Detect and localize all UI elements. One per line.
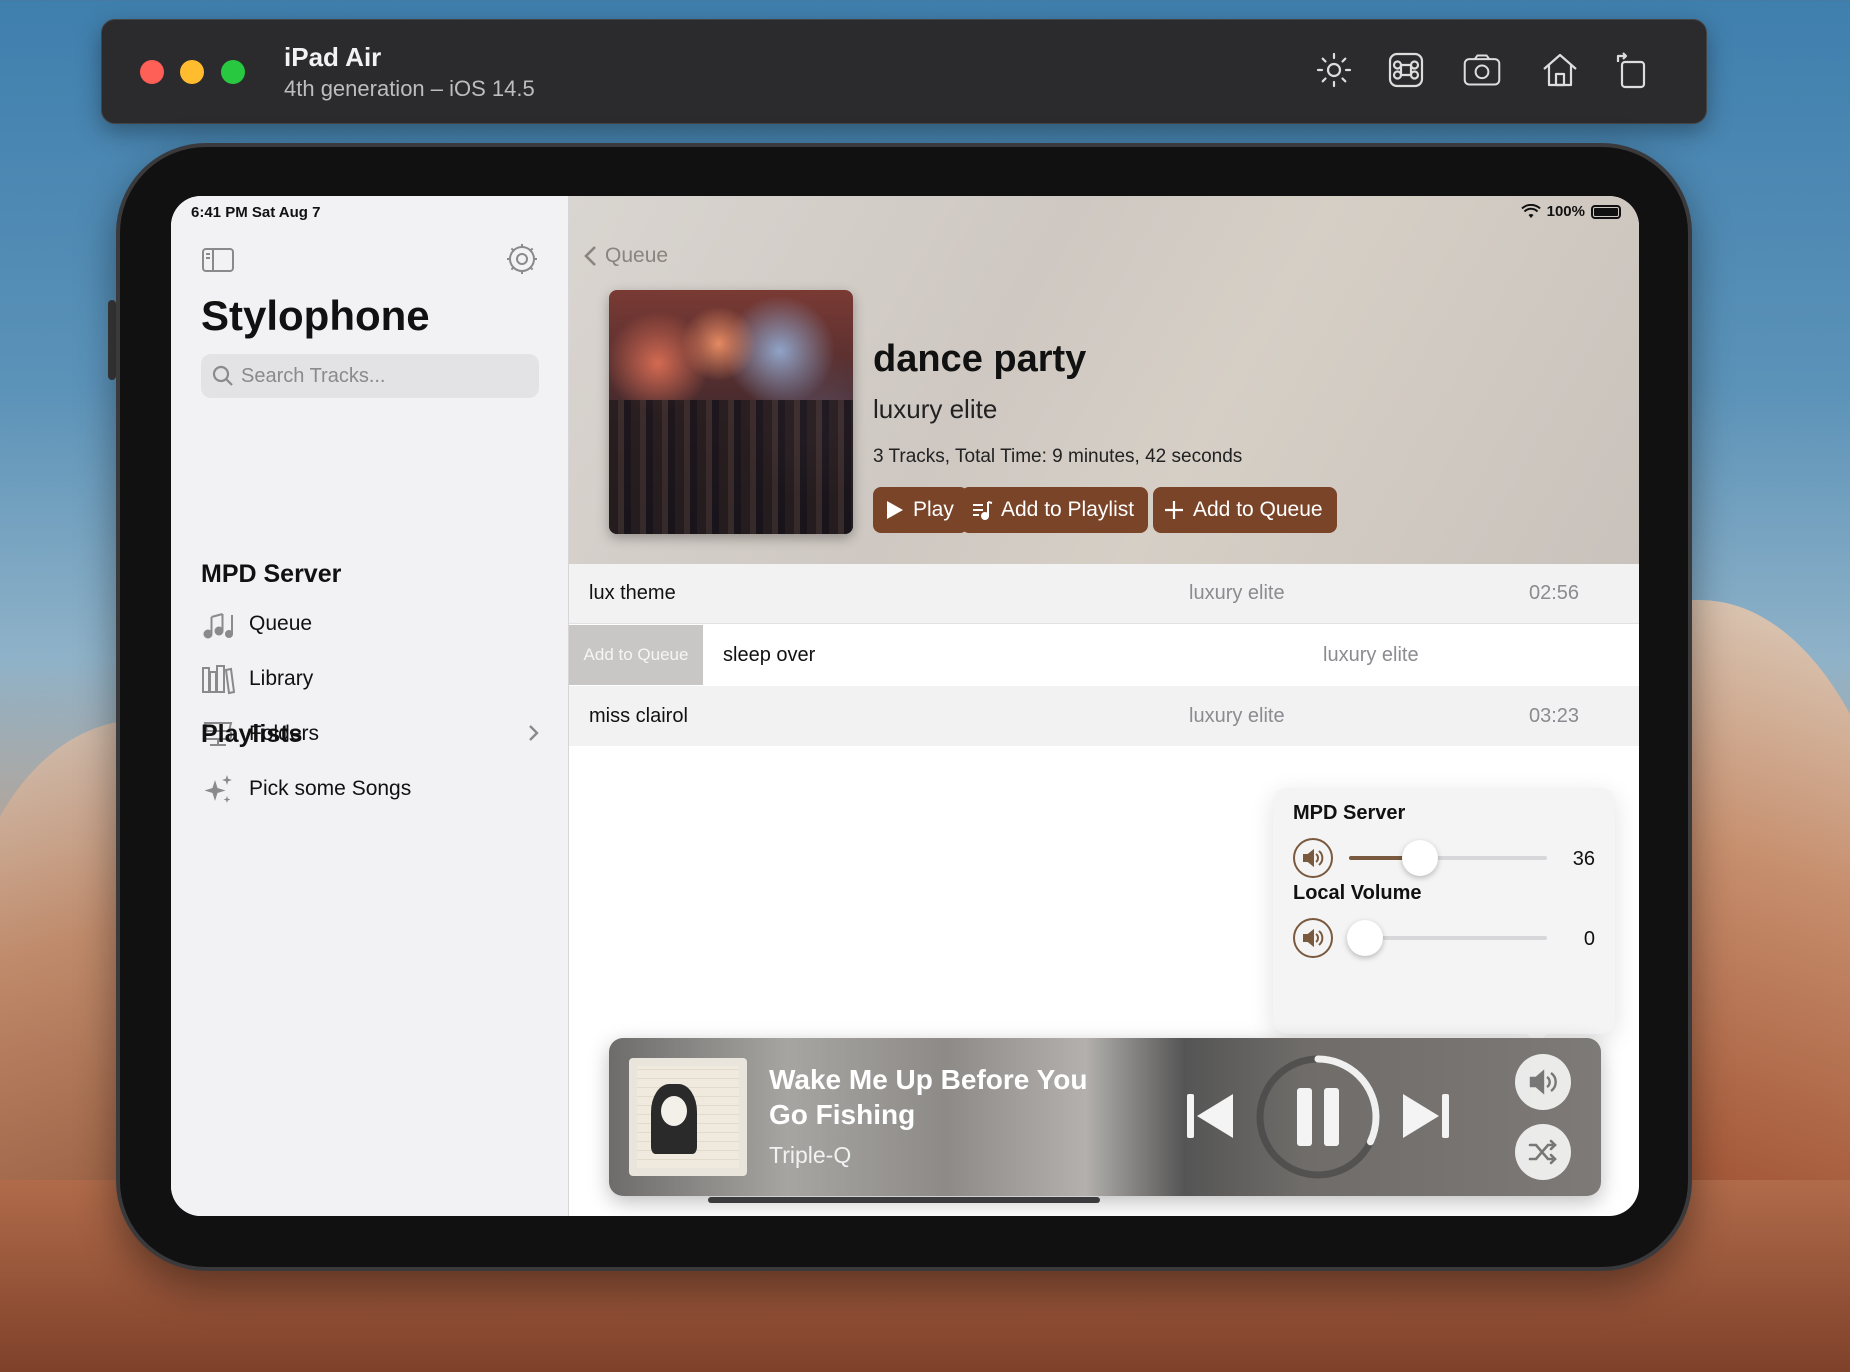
album-artist: luxury elite (873, 394, 998, 424)
track-artist: luxury elite (1189, 582, 1285, 604)
brightness-icon[interactable] (1314, 50, 1354, 90)
close-window-button[interactable] (140, 60, 164, 84)
search-input[interactable]: Search Tracks... (201, 354, 539, 398)
device-detail: 4th generation – iOS 14.5 (284, 76, 535, 101)
play-icon (887, 501, 903, 519)
ipad-side-button (108, 300, 116, 380)
album-meta: 3 Tracks, Total Time: 9 minutes, 42 seco… (873, 446, 1243, 467)
next-track-icon[interactable] (1399, 1088, 1455, 1144)
server-volume-label: MPD Server (1293, 802, 1406, 824)
home-indicator (708, 1197, 1100, 1203)
shuffle-button[interactable] (1515, 1124, 1571, 1180)
sidebar-toggle-icon[interactable] (201, 246, 235, 274)
section-playlists[interactable]: Playlists (201, 720, 302, 749)
sidebar: Stylophone Search Tracks... MPD Server Q… (171, 196, 569, 1216)
add-to-queue-button[interactable]: Add to Queue (1153, 487, 1337, 533)
play-pause-button[interactable] (1253, 1052, 1383, 1182)
command-icon[interactable] (1386, 50, 1426, 90)
track-name: sleep over (723, 643, 816, 666)
section-mpd-server: MPD Server (201, 560, 342, 588)
track-name: lux theme (589, 582, 676, 604)
search-icon (212, 365, 233, 386)
track-row[interactable]: miss clairol luxury elite 03:23 (569, 686, 1639, 746)
plus-icon (1165, 501, 1183, 519)
status-time: 6:41 PM Sat Aug 7 (191, 204, 321, 221)
album-cover (609, 290, 853, 534)
local-volume-slider[interactable] (1347, 920, 1547, 956)
volume-button[interactable] (1515, 1054, 1571, 1110)
sidebar-item-label: Pick some Songs (249, 777, 412, 800)
local-volume-thumb[interactable] (1347, 920, 1383, 956)
playlist-add-icon (973, 501, 993, 520)
track-row[interactable]: Add to Queue sleep over luxury elite (569, 625, 1639, 685)
server-volume-value: 36 (1572, 848, 1595, 870)
speaker-icon (1303, 928, 1324, 948)
sidebar-item-library[interactable]: Library (201, 659, 541, 699)
pause-icon (1297, 1088, 1312, 1146)
sidebar-item-pick-songs[interactable]: Pick some Songs (201, 769, 541, 809)
chevron-right-icon[interactable] (523, 722, 543, 744)
status-right: 100% (1520, 203, 1621, 220)
back-label: Queue (605, 244, 669, 267)
screenshot-icon[interactable] (1462, 50, 1506, 90)
battery-icon (1591, 204, 1621, 219)
track-artist: luxury elite (1323, 643, 1419, 666)
add-to-playlist-button[interactable]: Add to Playlist (961, 487, 1149, 533)
track-duration: 03:23 (1529, 704, 1580, 727)
sidebar-item-label: Queue (249, 612, 313, 635)
track-row[interactable]: lux theme luxury elite 02:56 (569, 564, 1639, 624)
books-icon (202, 665, 235, 695)
speaker-icon (1303, 848, 1324, 868)
server-mute-button[interactable] (1293, 838, 1333, 878)
server-volume-thumb[interactable] (1402, 840, 1439, 876)
previous-track-icon[interactable] (1181, 1088, 1237, 1144)
music-notes-icon (203, 613, 233, 639)
album-title: dance party (873, 338, 1087, 380)
track-duration: 02:56 (1529, 582, 1580, 604)
add-to-queue-label: Add to Queue (1193, 498, 1323, 521)
sidebar-item-label: Library (249, 667, 314, 690)
now-playing-bar[interactable]: Wake Me Up Before You Go Fishing Triple-… (609, 1038, 1601, 1196)
play-label: Play (913, 498, 954, 521)
settings-gear-icon[interactable] (505, 242, 539, 276)
now-playing-title: Wake Me Up Before You Go Fishing (769, 1064, 1088, 1130)
ipad-screen: 6:41 PM Sat Aug 7 100% Stylophone Search… (171, 196, 1639, 1216)
search-placeholder: Search Tracks... (241, 364, 386, 387)
add-to-playlist-label: Add to Playlist (1001, 498, 1135, 521)
battery-percent: 100% (1546, 203, 1585, 220)
track-artist: luxury elite (1189, 704, 1285, 727)
swipe-add-to-queue-button[interactable]: Add to Queue (569, 625, 703, 685)
sparkles-icon (204, 775, 232, 803)
local-volume-value: 0 (1583, 928, 1595, 950)
now-playing-cover (629, 1058, 747, 1176)
volume-popover: MPD Server 36 Local Volume 0 (1273, 788, 1615, 1034)
status-bar: 6:41 PM Sat Aug 7 100% (171, 196, 1639, 226)
chevron-left-icon (584, 246, 596, 266)
local-mute-button[interactable] (1293, 918, 1333, 958)
now-playing-artist: Triple-Q (769, 1142, 852, 1168)
zoom-window-button[interactable] (221, 60, 245, 84)
rotate-icon[interactable] (1612, 50, 1652, 90)
sidebar-item-queue[interactable]: Queue (201, 604, 541, 644)
play-button[interactable]: Play (873, 487, 968, 533)
wifi-icon (1520, 203, 1541, 218)
local-volume-label: Local Volume (1293, 882, 1422, 904)
back-button[interactable]: Queue (583, 244, 668, 268)
home-icon[interactable] (1540, 50, 1580, 90)
track-name: miss clairol (589, 704, 688, 727)
shuffle-icon (1528, 1139, 1557, 1165)
app-title: Stylophone (201, 292, 430, 339)
device-name: iPad Air (284, 42, 382, 72)
speaker-icon (1529, 1069, 1557, 1095)
minimize-window-button[interactable] (180, 60, 204, 84)
server-volume-slider[interactable] (1349, 840, 1547, 876)
